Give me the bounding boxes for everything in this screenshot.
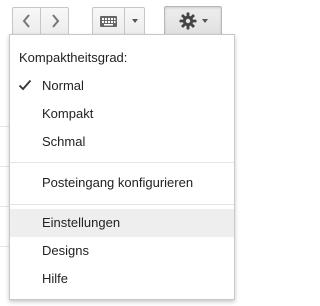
menu-item-help[interactable]: Hilfe xyxy=(10,265,234,293)
input-tools-dropdown-button[interactable] xyxy=(124,7,145,35)
menu-item-label: Einstellungen xyxy=(42,215,121,230)
menu-item-schmal[interactable]: Schmal xyxy=(10,128,234,156)
next-button[interactable] xyxy=(40,7,69,35)
menu-item-label: Posteingang konfigurieren xyxy=(42,175,194,190)
menu-item-themes[interactable]: Designs xyxy=(10,237,234,265)
keyboard-icon xyxy=(100,15,117,27)
settings-menu: Kompaktheitsgrad: Normal Kompakt Schmal … xyxy=(9,34,235,300)
caret-down-icon xyxy=(131,19,138,23)
menu-separator xyxy=(10,162,234,163)
menu-item-kompakt[interactable]: Kompakt xyxy=(10,100,234,128)
menu-item-configure-inbox[interactable]: Posteingang konfigurieren xyxy=(10,169,234,197)
menu-item-label: Hilfe xyxy=(42,271,69,286)
menu-separator xyxy=(10,204,234,205)
density-heading: Kompaktheitsgrad: xyxy=(19,50,128,65)
menu-item-label: Kompakt xyxy=(42,106,94,121)
input-tools-button[interactable] xyxy=(92,7,125,35)
gear-icon xyxy=(179,12,196,30)
settings-button[interactable] xyxy=(164,6,222,36)
chevron-left-icon xyxy=(22,14,30,28)
checkmark-icon xyxy=(18,79,32,91)
menu-item-normal[interactable]: Normal xyxy=(10,72,234,100)
menu-item-label: Normal xyxy=(42,78,84,93)
menu-item-settings[interactable]: Einstellungen xyxy=(10,209,234,237)
previous-button[interactable] xyxy=(12,7,41,35)
menu-item-label: Designs xyxy=(42,243,89,258)
menu-item-label: Schmal xyxy=(42,134,86,149)
caret-down-icon xyxy=(201,19,208,23)
chevron-right-icon xyxy=(51,14,59,28)
